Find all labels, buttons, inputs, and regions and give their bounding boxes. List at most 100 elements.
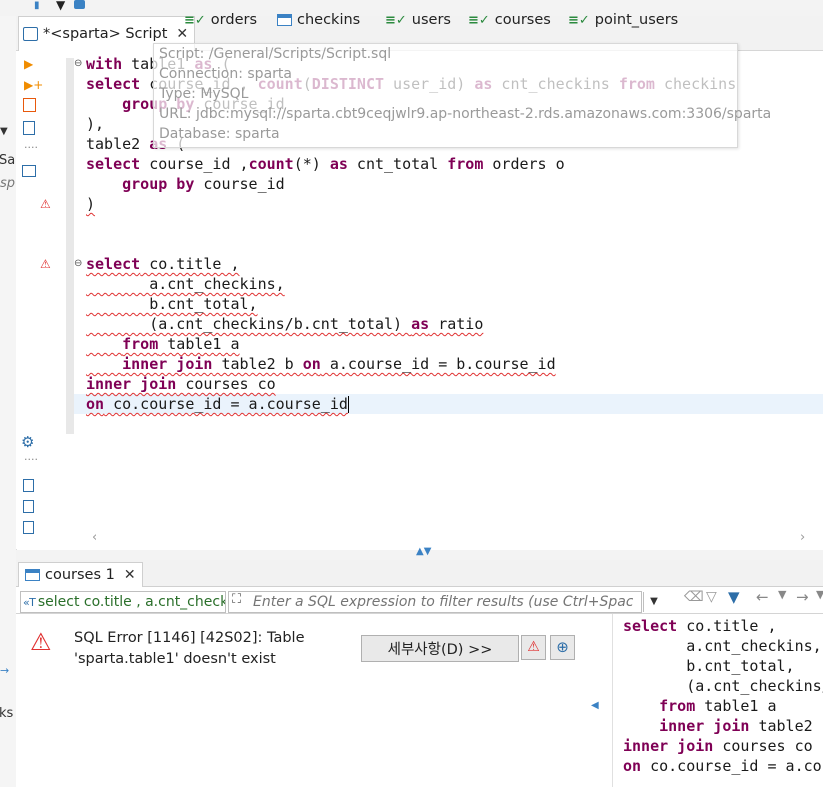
- results-tab[interactable]: courses 1 ✕: [18, 562, 143, 587]
- preview-line: inner join courses co: [623, 737, 813, 755]
- code-line[interactable]: b.cnt_total,: [86, 294, 257, 314]
- connection-tooltip: Script: /General/Scripts/Script.sql Conn…: [153, 43, 771, 148]
- filter-history-dropdown[interactable]: ▼: [643, 592, 664, 612]
- link-arrow-icon[interactable]: →: [0, 664, 9, 677]
- error-log-icon[interactable]: ⚠: [521, 635, 546, 660]
- text-caret: [347, 396, 349, 413]
- code-line[interactable]: ),: [86, 114, 104, 134]
- tab-label: courses: [494, 12, 551, 28]
- tab-users[interactable]: ≡✓ users: [385, 8, 451, 32]
- code-line[interactable]: inner join courses co: [86, 374, 276, 394]
- tab-checkins[interactable]: checkins: [277, 8, 360, 32]
- preview-line: (a.cnt_checkins/: [623, 677, 823, 695]
- query-text: select co.title , a.cnt_checki: [37, 594, 226, 610]
- separator-dots: ····: [24, 141, 38, 154]
- fold-toggle-icon[interactable]: ⊖: [74, 258, 82, 269]
- preview-line: on co.course_id = a.cou: [623, 757, 823, 775]
- code-line[interactable]: inner join table2 b on a.course_id = b.c…: [86, 354, 556, 374]
- preview-line: from table1 a: [659, 697, 777, 715]
- dropdown-arrow-icon[interactable]: ▼: [816, 588, 823, 601]
- toolbar-icon[interactable]: ▮: [34, 0, 40, 11]
- expand-icon[interactable]: ⛶: [232, 592, 241, 607]
- scroll-right-icon[interactable]: ›: [800, 530, 805, 545]
- help-target-icon[interactable]: ⊕: [550, 635, 575, 660]
- back-arrow-icon[interactable]: ←: [756, 588, 769, 606]
- code-line[interactable]: select co.title ,: [86, 254, 240, 274]
- left-panel-fragment: ks: [0, 706, 14, 721]
- dropdown-arrow-icon[interactable]: ▼: [778, 588, 786, 601]
- import-icon[interactable]: [23, 500, 34, 513]
- explain-plan-icon[interactable]: [23, 121, 35, 135]
- details-button[interactable]: 세부사항(D) >>: [361, 635, 519, 662]
- collapse-arrow-icon[interactable]: ▼: [0, 126, 8, 137]
- close-icon[interactable]: ✕: [124, 567, 136, 583]
- tab-courses[interactable]: ≡✓ courses: [468, 8, 551, 32]
- query-text-field[interactable]: «T select co.title , a.cnt_checki: [20, 591, 226, 613]
- preview-line: inner join table2 b: [659, 717, 823, 735]
- tooltip-connection: Connection: sparta: [159, 66, 292, 82]
- code-line[interactable]: from table1 a: [86, 334, 239, 354]
- filter-icon[interactable]: ▽: [706, 589, 717, 605]
- code-line[interactable]: (a.cnt_checkins/b.cnt_total) as ratio: [86, 314, 483, 334]
- tab-label: point_users: [594, 12, 679, 28]
- separator-dots: ····: [24, 453, 38, 466]
- results-tab-label: courses 1: [45, 567, 115, 583]
- left-panel-fragment: Sa: [0, 153, 16, 168]
- panel-toggle-icon[interactable]: ◀: [591, 700, 599, 711]
- code-line[interactable]: a.cnt_checkins,: [86, 274, 284, 294]
- editor-ruler: [66, 58, 74, 434]
- query-preview-pane: select co.title , a.cnt_checkins, b.cnt_…: [612, 614, 823, 787]
- table-grid-icon: [25, 569, 40, 581]
- preview-line: a.cnt_checkins,: [623, 637, 822, 655]
- details-button-label: 세부사항(D) >>: [387, 642, 493, 658]
- error-icon: ⚠: [30, 628, 52, 656]
- tab-label: *<sparta> Script: [43, 26, 168, 42]
- code-line[interactable]: on co.course_id = a.course_id: [86, 394, 349, 414]
- left-panel-edge: ▼ Sa sp → ks: [0, 16, 17, 787]
- tab-label: checkins: [297, 12, 361, 28]
- left-panel-fragment: sp: [0, 176, 16, 191]
- preview-line: b.cnt_total,: [623, 657, 795, 675]
- tab-orders[interactable]: ≡✓ orders: [184, 8, 257, 32]
- error-marker-icon: ⚠: [40, 197, 51, 211]
- tooltip-database: Database: sparta: [159, 126, 280, 142]
- toolbar-icon-2[interactable]: [74, 0, 85, 9]
- settings-gear-icon[interactable]: ⚙: [21, 433, 34, 451]
- scroll-left-icon[interactable]: ‹: [92, 530, 97, 545]
- code-line[interactable]: group by course_id: [86, 174, 285, 194]
- filter-settings-icon[interactable]: ▼: [728, 588, 740, 606]
- table-grid-icon: [277, 14, 292, 26]
- table-view-icon: ≡✓: [385, 12, 407, 28]
- tooltip-type: Type: MySQL: [159, 86, 249, 102]
- tooltip-url: URL: jdbc:mysql://sparta.cbt9ceqjwlr9.ap…: [159, 106, 772, 122]
- editor-gutter: ▶ ▶+ ···· ⚠ ⚠ ⚙ ····: [16, 51, 54, 534]
- panel-splitter[interactable]: ▲▼: [16, 546, 823, 560]
- execute-statement-icon[interactable]: ▶: [24, 57, 33, 71]
- preview-line: select co.title ,: [623, 617, 777, 635]
- maximize-up-icon[interactable]: ▲▼: [416, 546, 431, 557]
- code-line[interactable]: ): [86, 194, 95, 214]
- error-marker-icon: ⚠: [40, 257, 51, 271]
- sql-script-icon: [23, 27, 38, 41]
- tab-point-users[interactable]: ≡✓ point_users: [568, 8, 678, 32]
- dropdown-arrow-icon[interactable]: ▼: [56, 0, 65, 12]
- code-line[interactable]: select course_id ,count(*) as cnt_total …: [86, 154, 565, 174]
- table-view-icon: ≡✓: [568, 12, 590, 28]
- terminal-icon[interactable]: [22, 165, 36, 177]
- execute-new-tab-icon[interactable]: ▶+: [24, 78, 43, 92]
- execute-script-icon[interactable]: [23, 98, 36, 112]
- clear-filter-icon[interactable]: ⌫: [684, 589, 704, 605]
- error-message: SQL Error [1146] [42S02]: Table 'sparta.…: [74, 630, 305, 667]
- table-view-icon: ≡✓: [468, 12, 490, 28]
- variables-icon[interactable]: [23, 521, 34, 534]
- forward-arrow-icon[interactable]: →: [796, 588, 809, 606]
- table-view-icon: ≡✓: [184, 12, 206, 28]
- sql-query-icon: «T: [23, 595, 36, 609]
- filter-expression-field[interactable]: ⛶ ▼: [228, 591, 658, 613]
- tooltip-script: Script: /General/Scripts/Script.sql: [159, 46, 392, 62]
- fold-toggle-icon[interactable]: ⊖: [74, 58, 82, 69]
- editor-horizontal-scrollbar[interactable]: ‹ ›: [86, 529, 823, 549]
- filter-input[interactable]: [251, 592, 635, 612]
- tab-label: orders: [210, 12, 258, 28]
- export-icon[interactable]: [23, 479, 34, 492]
